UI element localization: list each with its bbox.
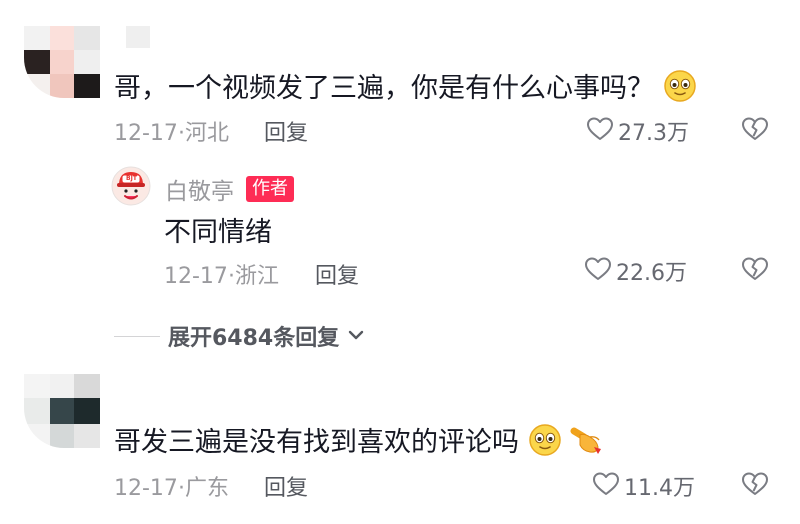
like-button[interactable]: 22.6万 bbox=[584, 255, 687, 287]
reply-button[interactable]: 回复 bbox=[315, 258, 359, 290]
comment-meta: 12-17·河北 bbox=[114, 115, 229, 147]
smile-emoji-icon bbox=[528, 423, 562, 464]
broken-heart-icon[interactable] bbox=[741, 471, 769, 501]
like-count: 22.6万 bbox=[616, 261, 687, 286]
reply-button[interactable]: 回复 bbox=[264, 115, 308, 147]
reply-button[interactable]: 回复 bbox=[264, 470, 308, 502]
meta-separator: · bbox=[177, 476, 185, 501]
comment-text-body: 哥，一个视频发了三遍，你是有什么心事吗？ bbox=[114, 73, 654, 104]
smile-emoji-icon bbox=[663, 69, 697, 110]
reply-meta: 12-17·浙江 bbox=[164, 258, 279, 290]
comment-location: 河北 bbox=[184, 121, 229, 146]
like-button[interactable]: 27.3万 bbox=[586, 115, 689, 147]
divider-line bbox=[114, 335, 160, 337]
expand-replies-label[interactable]: 展开6484条回复 bbox=[168, 320, 339, 352]
meta-separator: · bbox=[227, 264, 235, 289]
broken-heart-icon[interactable] bbox=[741, 256, 769, 286]
author-avatar[interactable]: BJT bbox=[111, 166, 151, 206]
comment-text: 哥，一个视频发了三遍，你是有什么心事吗？ bbox=[114, 66, 697, 110]
pointing-hand-emoji-icon bbox=[570, 423, 606, 464]
like-count: 27.3万 bbox=[618, 121, 689, 146]
comment-date: 12-17 bbox=[114, 476, 178, 501]
comment-meta: 12-17·广东 bbox=[114, 470, 229, 502]
heart-icon bbox=[584, 256, 612, 286]
author-header: 白敬亭 作者 bbox=[165, 172, 294, 206]
heart-icon bbox=[592, 471, 620, 501]
comment-text: 哥发三遍是没有找到喜欢的评论吗 bbox=[114, 420, 606, 464]
comment-date: 12-17 bbox=[114, 121, 178, 146]
expand-replies[interactable]: 展开6484条回复 bbox=[114, 320, 365, 352]
chevron-down-icon[interactable] bbox=[347, 327, 365, 346]
meta-separator: · bbox=[177, 121, 185, 146]
reply-text: 不同情绪 bbox=[164, 217, 272, 248]
reply-location: 浙江 bbox=[234, 264, 279, 289]
comment-avatar[interactable] bbox=[24, 26, 104, 98]
author-name[interactable]: 白敬亭 bbox=[165, 172, 234, 206]
like-button[interactable]: 11.4万 bbox=[592, 470, 695, 502]
broken-heart-icon[interactable] bbox=[741, 116, 769, 146]
comment-avatar[interactable] bbox=[24, 374, 104, 448]
like-count: 11.4万 bbox=[624, 476, 695, 501]
username-placeholder[interactable] bbox=[126, 26, 150, 48]
comment-text-body: 哥发三遍是没有找到喜欢的评论吗 bbox=[114, 427, 519, 458]
comment-location: 广东 bbox=[184, 476, 229, 501]
reply-date: 12-17 bbox=[164, 264, 228, 289]
author-badge: 作者 bbox=[246, 176, 294, 202]
heart-icon bbox=[586, 116, 614, 146]
avatar-text: BJT bbox=[126, 175, 137, 182]
